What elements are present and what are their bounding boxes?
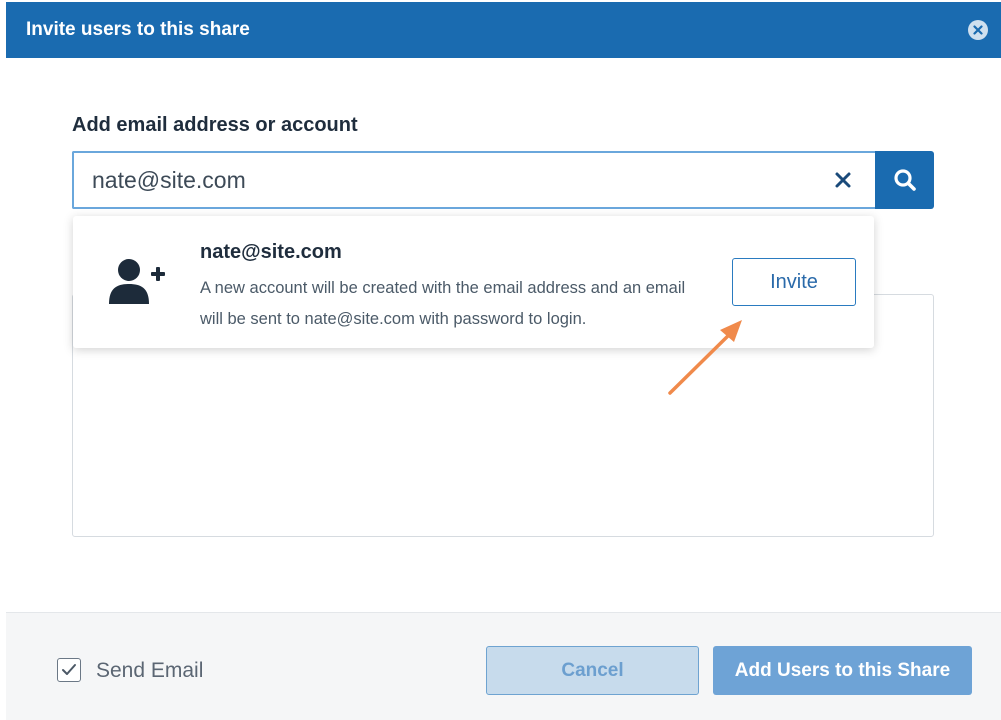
checkmark-icon [62, 664, 76, 675]
suggestion-email: nate@site.com [200, 241, 342, 263]
suggestion-description: A new account will be created with the e… [200, 279, 686, 328]
invite-button[interactable]: Invite [732, 258, 856, 306]
search-icon [894, 169, 916, 191]
search-bar [72, 151, 934, 209]
dialog-footer: Send Email Cancel Add Users to this Shar… [6, 612, 1001, 720]
cancel-button[interactable]: Cancel [486, 646, 699, 695]
close-icon[interactable] [968, 20, 988, 40]
search-button[interactable] [875, 151, 934, 209]
search-field-label: Add email address or account [72, 114, 358, 136]
search-input[interactable] [72, 151, 876, 209]
send-email-label: Send Email [96, 659, 204, 682]
dialog-title: Invite users to this share [26, 19, 250, 40]
dialog-header: Invite users to this share [6, 2, 1001, 58]
close-x-icon[interactable] [834, 171, 852, 189]
annotation-arrow-icon [668, 320, 742, 395]
user-plus-icon [109, 259, 165, 304]
add-users-button[interactable]: Add Users to this Share [713, 646, 972, 695]
user-suggestion: nate@site.com A new account will be crea… [73, 216, 874, 348]
invite-dialog: Invite users to this share Add email add… [0, 0, 1001, 720]
send-email-checkbox[interactable] [57, 658, 81, 682]
